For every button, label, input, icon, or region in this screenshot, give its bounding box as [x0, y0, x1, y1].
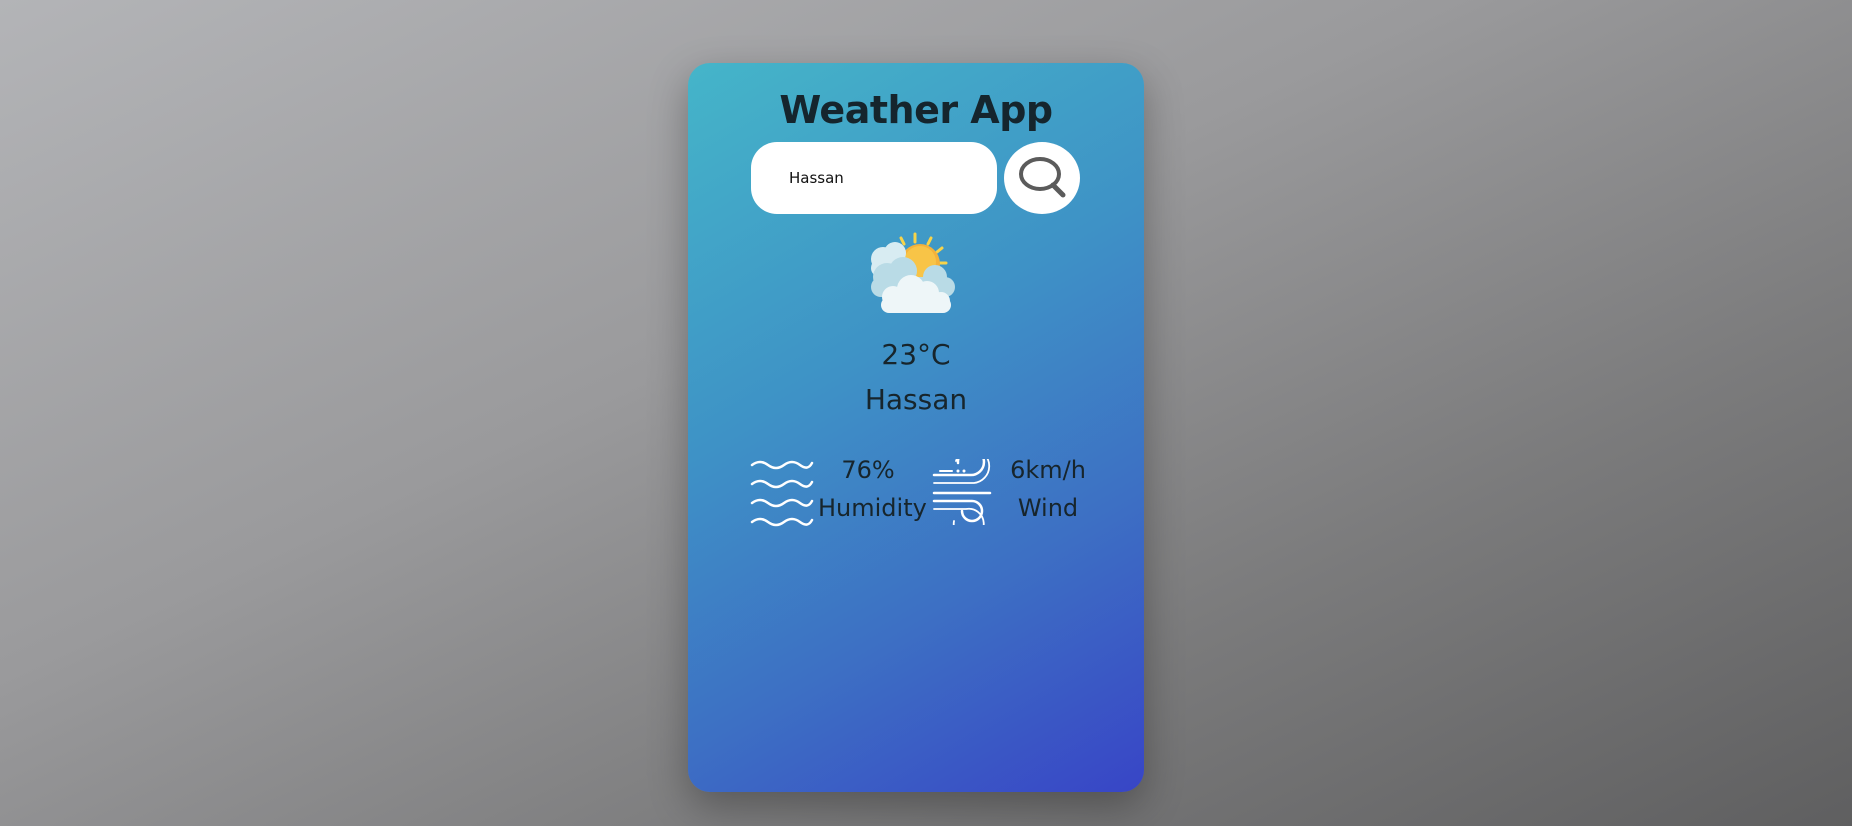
- search-input[interactable]: [751, 142, 997, 214]
- search-button[interactable]: [1004, 142, 1080, 214]
- partly-cloudy-sun-icon: [871, 232, 955, 313]
- city-name: Hassan: [864, 383, 968, 416]
- wind-icon: [932, 459, 992, 525]
- wind-value: 6km/h: [1010, 456, 1086, 484]
- humidity-label: Humidity: [818, 494, 927, 522]
- humidity-value: 76%: [841, 456, 895, 484]
- search-icon: [1019, 157, 1066, 198]
- app-title: Weather App: [779, 88, 1053, 132]
- temperature: 23°C: [881, 338, 951, 371]
- weather-card: Weather App Hassan 23°C Hassan 76% Humid…: [688, 63, 1144, 792]
- humidity-waves-icon: [750, 460, 814, 527]
- wind-label: Wind: [1017, 494, 1079, 522]
